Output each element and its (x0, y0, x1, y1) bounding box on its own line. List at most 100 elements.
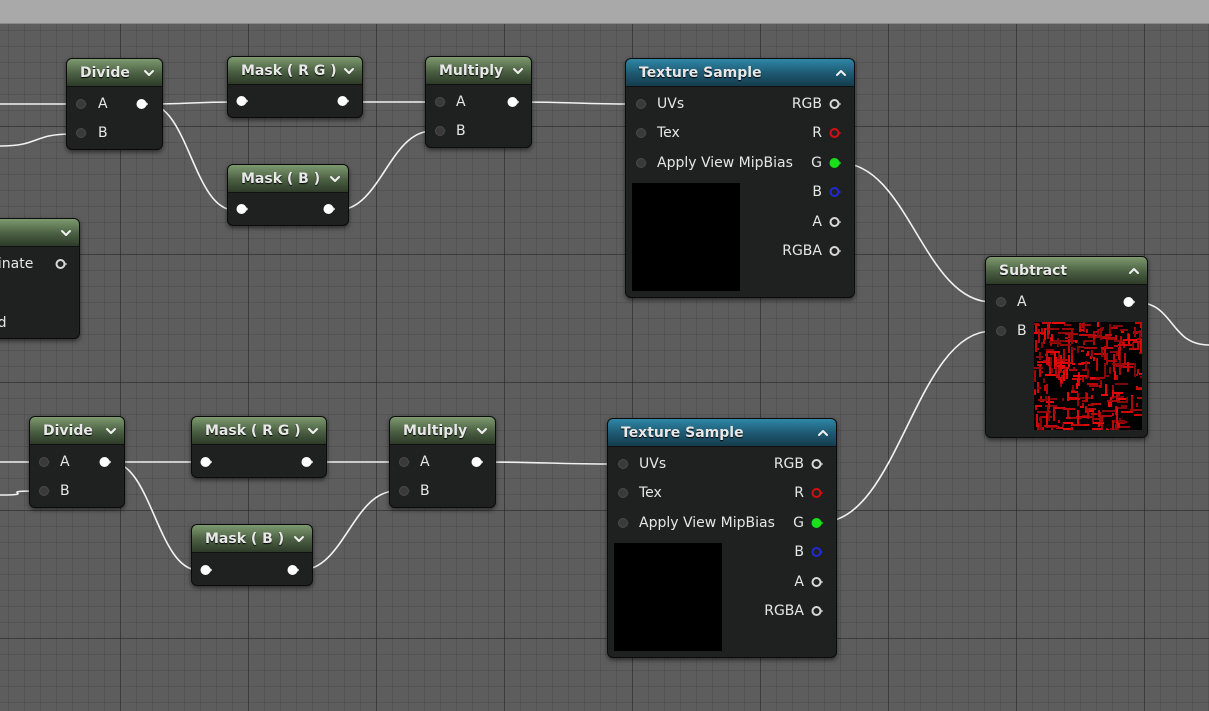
pin-label-rgb: RGB (773, 456, 804, 472)
node-header[interactable]: Mask ( B ) (228, 165, 348, 193)
output-pin[interactable] (1123, 296, 1135, 308)
node-subtract[interactable]: Subtract A B (985, 256, 1152, 439)
node-divide-bottom[interactable]: Divide A B (29, 416, 125, 508)
node-mask-rg-top[interactable]: Mask ( R G ) (227, 56, 363, 118)
noise-cell (1072, 378, 1081, 380)
node-divide-top[interactable]: Divide A B (66, 58, 163, 150)
output-pin-rgb[interactable] (811, 458, 823, 470)
noise-cell (1052, 322, 1065, 324)
output-pin[interactable] (301, 456, 313, 468)
output-pin-rgb[interactable] (829, 98, 841, 110)
chevron-down-icon[interactable] (142, 66, 156, 80)
node-partial[interactable]: dinate e ed (0, 218, 80, 339)
node-header[interactable]: Multiply (426, 57, 531, 85)
node-texture-sample-bottom[interactable]: Texture Sample UVs Tex Apply View MipBia… (607, 418, 837, 658)
node-header[interactable]: Divide (67, 59, 162, 87)
noise-cell (1045, 405, 1057, 407)
input-pin-a[interactable] (398, 456, 410, 468)
output-pin-r[interactable] (829, 127, 841, 139)
node-mask-b-bottom[interactable]: Mask ( B ) (191, 524, 313, 586)
node-mask-b-top[interactable]: Mask ( B ) (227, 164, 349, 226)
noise-cell (1114, 396, 1124, 398)
input-pin[interactable] (200, 456, 212, 468)
input-pin-b[interactable] (398, 485, 410, 497)
node-header[interactable]: Mask ( R G ) (228, 57, 362, 85)
node-header[interactable]: Multiply (390, 417, 495, 445)
input-pin[interactable] (236, 203, 248, 215)
input-pin-tex[interactable] (635, 127, 647, 139)
node-multiply-top[interactable]: Multiply A B (425, 56, 532, 148)
noise-cell (1065, 333, 1078, 335)
input-pin-a[interactable] (75, 98, 87, 110)
noise-cell (1046, 351, 1048, 365)
node-header[interactable]: Subtract (986, 257, 1147, 285)
node-mask-rg-bottom[interactable]: Mask ( R G ) (191, 416, 327, 478)
input-pin-uvs[interactable] (617, 458, 629, 470)
input-pin-tex[interactable] (617, 487, 629, 499)
input-pin-mipbias[interactable] (635, 157, 647, 169)
noise-cell (1121, 331, 1124, 333)
noise-cell (1096, 336, 1103, 338)
input-pin-b[interactable] (38, 485, 50, 497)
output-pin[interactable] (337, 95, 349, 107)
chevron-up-icon[interactable] (816, 426, 830, 440)
input-pin-a[interactable] (38, 456, 50, 468)
node-texture-sample-top[interactable]: Texture Sample UVs Tex Apply View MipBia… (625, 58, 855, 298)
output-pin[interactable] (55, 258, 67, 270)
output-pin-a[interactable] (811, 576, 823, 588)
noise-cell (1047, 323, 1049, 335)
node-header[interactable]: Mask ( R G ) (192, 417, 326, 445)
output-pin-rgba[interactable] (811, 605, 823, 617)
node-header[interactable]: Mask ( B ) (192, 525, 312, 553)
noise-cell (1109, 367, 1111, 374)
node-header[interactable]: Divide (30, 417, 124, 445)
chevron-down-icon[interactable] (342, 64, 356, 78)
noise-cell (1116, 375, 1118, 380)
output-pin-b[interactable] (811, 546, 823, 558)
node-title: Texture Sample (639, 64, 762, 81)
input-pin-uvs[interactable] (635, 98, 647, 110)
output-pin-r[interactable] (811, 487, 823, 499)
chevron-down-icon[interactable] (59, 226, 73, 240)
chevron-down-icon[interactable] (306, 424, 320, 438)
noise-cell (1106, 353, 1108, 365)
chevron-down-icon[interactable] (328, 172, 342, 186)
output-pin[interactable] (287, 564, 299, 576)
output-pin-g[interactable] (829, 157, 841, 169)
input-pin[interactable] (200, 564, 212, 576)
chevron-up-icon[interactable] (834, 66, 848, 80)
output-pin[interactable] (99, 456, 111, 468)
output-pin[interactable] (471, 456, 483, 468)
noise-cell (1088, 408, 1096, 410)
input-pin-b[interactable] (75, 127, 87, 139)
chevron-down-icon[interactable] (292, 532, 306, 546)
input-pin[interactable] (236, 95, 248, 107)
output-pin[interactable] (136, 98, 148, 110)
node-multiply-bottom[interactable]: Multiply A B (389, 416, 496, 508)
node-header[interactable] (0, 219, 79, 247)
input-pin-a[interactable] (434, 96, 446, 108)
input-pin-a[interactable] (995, 296, 1007, 308)
input-pin-b[interactable] (434, 125, 446, 137)
chevron-up-icon[interactable] (1127, 264, 1141, 278)
input-pin-b[interactable] (995, 325, 1007, 337)
wire-16 (821, 330, 993, 523)
noise-cell (1097, 332, 1099, 336)
output-pin-b[interactable] (829, 186, 841, 198)
output-pin-g[interactable] (811, 517, 823, 529)
noise-cell (1137, 397, 1142, 399)
chevron-down-icon[interactable] (475, 424, 489, 438)
noise-cell (1113, 325, 1123, 327)
input-pin-mipbias[interactable] (617, 517, 629, 529)
node-header[interactable]: Texture Sample (608, 419, 836, 447)
output-pin[interactable] (507, 96, 519, 108)
output-pin[interactable] (323, 203, 335, 215)
pin-label-b: B (794, 544, 804, 560)
node-header[interactable]: Texture Sample (626, 59, 854, 87)
output-pin-rgba[interactable] (829, 245, 841, 257)
node-title: Multiply (403, 422, 468, 439)
chevron-down-icon[interactable] (511, 64, 525, 78)
chevron-down-icon[interactable] (104, 424, 118, 438)
output-pin-a[interactable] (829, 216, 841, 228)
noise-cell (1039, 371, 1043, 373)
